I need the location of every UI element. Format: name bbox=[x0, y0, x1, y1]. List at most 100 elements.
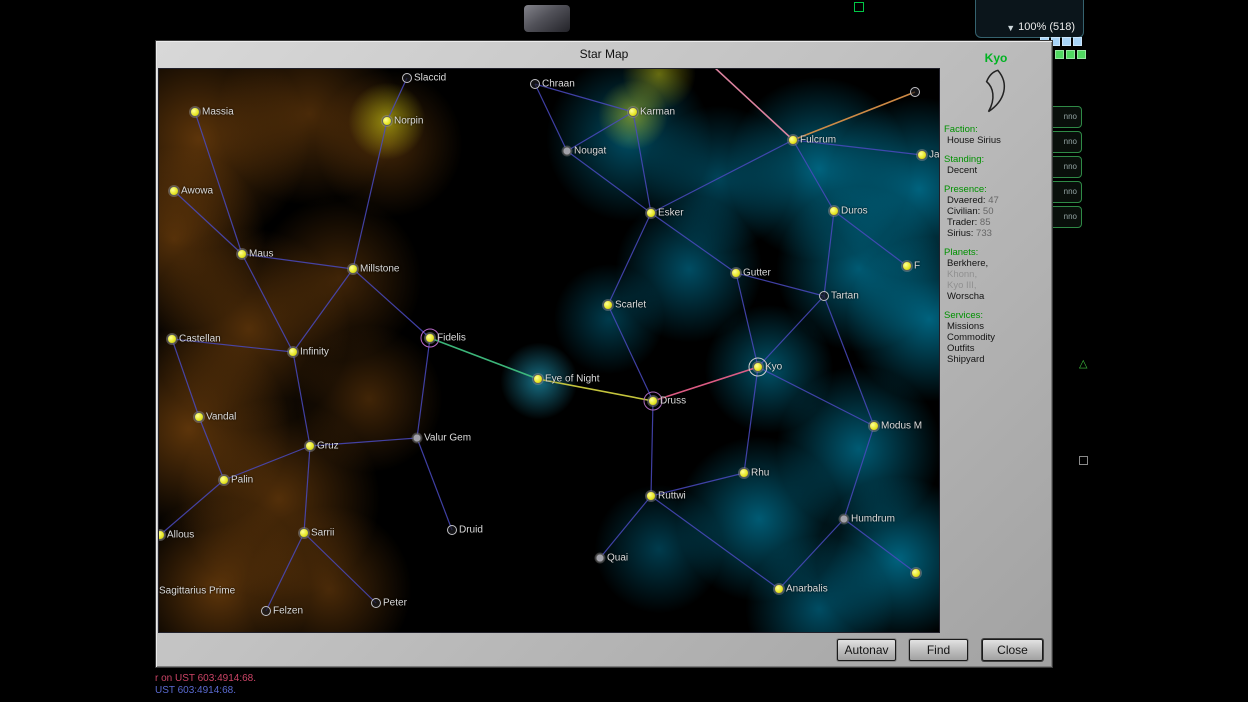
presence-section: Presence: Dvaered: 47Civilian: 50Trader:… bbox=[944, 184, 1052, 239]
route-link bbox=[430, 338, 538, 379]
map-system-norpin[interactable] bbox=[382, 116, 392, 126]
map-system-druid[interactable] bbox=[447, 525, 457, 535]
map-system-tartan[interactable] bbox=[819, 291, 829, 301]
map-system-rhu[interactable] bbox=[739, 468, 749, 478]
presence-list: Dvaered: 47Civilian: 50Trader: 85Sirius:… bbox=[944, 195, 1052, 239]
system-label: F bbox=[914, 261, 920, 272]
hyperlane-link bbox=[651, 401, 653, 496]
system-label: Massia bbox=[202, 107, 234, 118]
log-line: r on UST 603:4914:68. bbox=[155, 673, 256, 685]
star-map[interactable]: SlaccidChraanMassiaKarmanNorpinFulcrumJa… bbox=[158, 68, 940, 633]
service-item: Commodity bbox=[944, 332, 1052, 343]
map-system-duros[interactable] bbox=[829, 206, 839, 216]
map-system-sarrii[interactable] bbox=[299, 528, 309, 538]
map-system-esker[interactable] bbox=[646, 208, 656, 218]
hyperlane-link bbox=[834, 211, 907, 266]
window-title: Star Map bbox=[156, 41, 1052, 67]
system-label: Fulcrum bbox=[800, 135, 836, 146]
triangle-gauge-icon: ▼ bbox=[1006, 23, 1015, 33]
map-system-millstone[interactable] bbox=[348, 264, 358, 274]
hud-speed-panel: ▼ 100% (518) bbox=[975, 0, 1084, 38]
system-label: Nougat bbox=[574, 146, 606, 157]
log-messages: r on UST 603:4914:68.UST 603:4914:68. bbox=[155, 673, 256, 697]
map-system-ruttwi[interactable] bbox=[646, 491, 656, 501]
hud-bar-row-2 bbox=[1055, 50, 1086, 59]
map-system-scarlet[interactable] bbox=[603, 300, 613, 310]
map-system-massia[interactable] bbox=[190, 107, 200, 117]
map-system-infinity[interactable] bbox=[288, 347, 298, 357]
system-label: Sarrii bbox=[311, 528, 334, 539]
map-system-gruz[interactable] bbox=[305, 441, 315, 451]
map-system-nougat[interactable] bbox=[563, 147, 572, 156]
presence-row: Civilian: 50 bbox=[944, 206, 1052, 217]
planet-item: Kyo III, bbox=[944, 280, 1052, 291]
map-system-fulcrum[interactable] bbox=[788, 135, 798, 145]
close-button[interactable]: Close bbox=[982, 639, 1043, 661]
system-label: Palin bbox=[231, 475, 253, 486]
map-system-kyo[interactable] bbox=[753, 362, 763, 372]
map-system-peter[interactable] bbox=[371, 598, 381, 608]
hyperlane-link bbox=[844, 426, 874, 519]
system-label: Millstone bbox=[360, 264, 399, 275]
hyperlane-link bbox=[744, 367, 758, 473]
hyperlane-link bbox=[160, 480, 224, 535]
map-system-humdrum[interactable] bbox=[840, 515, 849, 524]
standing-label: Standing: bbox=[944, 154, 1052, 165]
service-item: Shipyard bbox=[944, 354, 1052, 365]
map-system-felzen[interactable] bbox=[261, 606, 271, 616]
map-system-modusm[interactable] bbox=[869, 421, 879, 431]
hyperlane-link bbox=[199, 417, 224, 480]
hyperlane-link bbox=[793, 140, 834, 211]
system-label: Valur Gem bbox=[424, 433, 471, 444]
planet-item: Worscha bbox=[944, 291, 1052, 302]
hud-bar-segment bbox=[1062, 37, 1071, 46]
map-system-fidelis[interactable] bbox=[425, 333, 435, 343]
system-label: Maus bbox=[249, 249, 273, 260]
ammo-slot: nno bbox=[1048, 181, 1082, 203]
map-system-druss[interactable] bbox=[648, 396, 658, 406]
map-system-anarbalis[interactable] bbox=[774, 584, 784, 594]
map-system-jac[interactable] bbox=[917, 150, 927, 160]
faction-label: Faction: bbox=[944, 124, 1052, 135]
map-system-edgestar[interactable] bbox=[911, 568, 921, 578]
map-system-fsystem[interactable] bbox=[902, 261, 912, 271]
hud-bar-segment bbox=[1073, 37, 1082, 46]
map-system-valurgem[interactable] bbox=[413, 434, 422, 443]
system-label: Scarlet bbox=[615, 300, 646, 311]
presence-row: Trader: 85 bbox=[944, 217, 1052, 228]
hyperlane-link bbox=[824, 211, 834, 296]
system-info-panel: Kyo Faction: House Sirius Standing: Dece… bbox=[940, 51, 1052, 373]
services-label: Services: bbox=[944, 310, 1052, 321]
nav-triangle-icon: △ bbox=[1079, 357, 1087, 370]
star-map-window: Star Map SlaccidChraanMassiaKarmanNorpin… bbox=[155, 40, 1053, 668]
map-system-karman[interactable] bbox=[628, 107, 638, 117]
system-label: Castellan bbox=[179, 334, 221, 345]
map-system-chraan[interactable] bbox=[530, 79, 540, 89]
system-label: Gutter bbox=[743, 268, 771, 279]
hyperlane-link bbox=[293, 269, 353, 352]
map-system-maus[interactable] bbox=[237, 249, 247, 259]
map-system-awowa[interactable] bbox=[169, 186, 179, 196]
autonav-button[interactable]: Autonav bbox=[837, 639, 896, 661]
hyperlane-link bbox=[758, 296, 824, 367]
faction-logo-icon bbox=[940, 67, 1052, 118]
hyperlane-link bbox=[844, 519, 916, 573]
presence-row: Dvaered: 47 bbox=[944, 195, 1052, 206]
hyperlane-link bbox=[758, 367, 874, 426]
system-label: Felzen bbox=[273, 606, 303, 617]
game-screen: ▼ 100% (518) nnonnonnonnonno △ r on UST … bbox=[0, 0, 1248, 702]
map-system-palin[interactable] bbox=[219, 475, 229, 485]
services-section: Services: MissionsCommodityOutfitsShipya… bbox=[944, 310, 1052, 365]
find-button[interactable]: Find bbox=[909, 639, 968, 661]
system-label: Ruttwi bbox=[658, 491, 686, 502]
system-label: Gruz bbox=[317, 441, 339, 452]
system-label: Druss bbox=[660, 396, 686, 407]
map-system-eyeofnight[interactable] bbox=[533, 374, 543, 384]
system-label: Duros bbox=[841, 206, 868, 217]
map-system-gutter[interactable] bbox=[731, 268, 741, 278]
map-system-vandal[interactable] bbox=[194, 412, 204, 422]
map-system-topcircle[interactable] bbox=[910, 87, 920, 97]
map-system-slaccid[interactable] bbox=[402, 73, 412, 83]
map-system-castellan[interactable] bbox=[167, 334, 177, 344]
map-system-quai[interactable] bbox=[596, 554, 605, 563]
